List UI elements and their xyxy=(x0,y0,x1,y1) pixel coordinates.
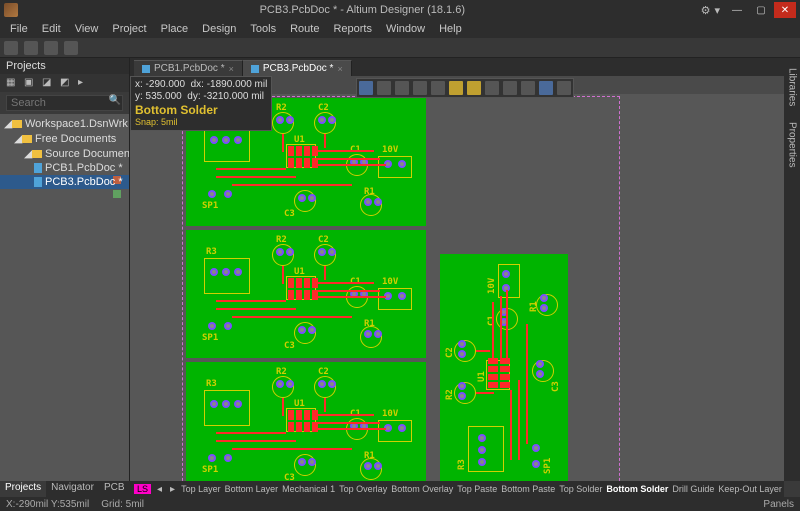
projects-tool-icon[interactable]: ▦ xyxy=(6,77,18,89)
bottom-tab-navigator[interactable]: Navigator xyxy=(46,481,99,497)
menu-bar: File Edit View Project Place Design Tool… xyxy=(0,20,800,38)
settings-dropdown-icon[interactable]: ▾ xyxy=(714,4,720,17)
title-bar: PCB3.PcbDoc * - Altium Designer (18.1.6)… xyxy=(0,0,800,20)
layer-tab[interactable]: Bottom Overlay xyxy=(391,484,453,494)
activebar-dim-icon[interactable] xyxy=(467,81,481,95)
status-grid: Grid: 5mil xyxy=(101,499,144,510)
tab-pcb3[interactable]: PCB3.PcbDoc *× xyxy=(243,60,352,76)
menu-design[interactable]: Design xyxy=(196,22,242,36)
menu-window[interactable]: Window xyxy=(380,22,431,36)
layer-tab[interactable]: Top Paste xyxy=(457,484,497,494)
activebar-text-icon[interactable] xyxy=(539,81,553,95)
projects-tool-icon[interactable]: ◪ xyxy=(42,77,54,89)
minimize-button[interactable]: — xyxy=(726,2,748,18)
board-outline[interactable]: R3 R2 C2 U1 C1 10V R1 C3 SP1 xyxy=(440,254,568,481)
projects-search-input[interactable] xyxy=(6,95,123,111)
menu-tools[interactable]: Tools xyxy=(244,22,282,36)
status-coords: X:-290mil Y:535mil xyxy=(6,499,89,510)
tree-doc-pcb1[interactable]: PCB1.PcbDoc * xyxy=(0,161,129,175)
close-button[interactable]: ✕ xyxy=(774,2,796,18)
menu-file[interactable]: File xyxy=(4,22,34,36)
activebar-select-icon[interactable] xyxy=(395,81,409,95)
snap-label: Snap: 5mil xyxy=(135,117,267,128)
right-side-tabs: Libraries Properties xyxy=(784,58,800,481)
maximize-button[interactable]: ▢ xyxy=(750,2,772,18)
menu-place[interactable]: Place xyxy=(155,22,195,36)
modified-marker-icon xyxy=(113,190,121,198)
document-area: PCB1.PcbDoc *× PCB3.PcbDoc *× x: -290.00… xyxy=(130,58,800,481)
menu-edit[interactable]: Edit xyxy=(36,22,67,36)
panels-button[interactable]: Panels xyxy=(763,499,794,510)
bottom-panel-tabs: Projects Navigator PCB PCB Filter xyxy=(0,481,130,497)
window-title: PCB3.PcbDoc * - Altium Designer (18.1.6) xyxy=(24,4,701,16)
activebar-highlight-icon[interactable] xyxy=(449,81,463,95)
projects-tool-icon[interactable]: ▣ xyxy=(24,77,36,89)
menu-route[interactable]: Route xyxy=(284,22,325,36)
projects-search: 🔍 xyxy=(0,92,129,114)
projects-panel: Projects ▦ ▣ ◪ ◩ ▸ 🔍 ◢Workspace1.DsnWrk … xyxy=(0,58,130,481)
layer-tab[interactable]: Drill Guide xyxy=(672,484,714,494)
bottom-tab-projects[interactable]: Projects xyxy=(0,481,46,497)
layer-tab[interactable]: Keep-Out Layer xyxy=(718,484,782,494)
heads-up-display: x: -290.000 dx: -1890.000 mil y: 535.000… xyxy=(130,76,272,131)
tree-workspace[interactable]: ◢Workspace1.DsnWrk xyxy=(0,116,129,131)
activebar-route-icon[interactable] xyxy=(431,81,445,95)
layer-tab[interactable]: Bottom Layer xyxy=(225,484,279,494)
projects-tree: ◢Workspace1.DsnWrk ◢Free Documents ◢Sour… xyxy=(0,114,129,481)
current-layer-label: Bottom Solder xyxy=(135,103,267,117)
toolbar-print-icon[interactable] xyxy=(64,41,78,55)
activebar-move-icon[interactable] xyxy=(377,81,391,95)
layer-tab[interactable]: Mechanical 1 xyxy=(282,484,335,494)
menu-view[interactable]: View xyxy=(69,22,105,36)
tab-close-icon[interactable]: × xyxy=(337,64,342,74)
tree-free-documents[interactable]: ◢Free Documents xyxy=(0,131,129,146)
layer-tab[interactable]: Top Layer xyxy=(181,484,221,494)
toolbar-open-icon[interactable] xyxy=(24,41,38,55)
menu-project[interactable]: Project xyxy=(106,22,152,36)
layer-tab[interactable]: Bottom Solder xyxy=(606,484,668,494)
tree-source-documents[interactable]: ◢Source Documents xyxy=(0,146,129,161)
app-icon xyxy=(4,3,18,17)
layer-tab[interactable]: Top Overlay xyxy=(339,484,387,494)
active-bar xyxy=(356,78,574,98)
doc-icon xyxy=(142,65,150,73)
bottom-tab-pcb[interactable]: PCB xyxy=(99,481,130,497)
layer-nav-right-icon[interactable]: ▸ xyxy=(168,484,177,495)
activebar-align-icon[interactable] xyxy=(413,81,427,95)
projects-toolbar: ▦ ▣ ◪ ◩ ▸ xyxy=(0,74,129,92)
toolbar-save-icon[interactable] xyxy=(44,41,58,55)
projects-panel-title: Projects xyxy=(0,58,129,74)
side-tab-properties[interactable]: Properties xyxy=(787,118,798,172)
menu-help[interactable]: Help xyxy=(433,22,468,36)
activebar-more-icon[interactable] xyxy=(557,81,571,95)
activebar-layer-icon[interactable] xyxy=(503,81,517,95)
tab-close-icon[interactable]: × xyxy=(229,64,234,74)
status-bar: X:-290mil Y:535mil Grid: 5mil Panels xyxy=(0,497,800,511)
settings-gear-icon[interactable]: ⚙ xyxy=(701,4,711,17)
document-tabs: PCB1.PcbDoc *× PCB3.PcbDoc *× xyxy=(130,58,800,76)
board-outline[interactable]: R3 R2 C2 U1 C1 10V R1 C3 SP1 xyxy=(186,230,426,358)
activebar-filter-icon[interactable] xyxy=(359,81,373,95)
toolbar-new-icon[interactable] xyxy=(4,41,18,55)
menu-reports[interactable]: Reports xyxy=(327,22,378,36)
board-outline[interactable]: R3 R2 C2 U1 C1 10V R1 C3 SP1 xyxy=(186,362,426,481)
main-toolbar xyxy=(0,38,800,58)
side-tab-libraries[interactable]: Libraries xyxy=(787,64,798,110)
projects-tool-icon[interactable]: ◩ xyxy=(60,77,72,89)
layer-tab[interactable]: Top Solder xyxy=(559,484,602,494)
pcb-canvas[interactable]: R3 R2 C2 U1 C1 10V R1 C3 SP1 xyxy=(130,94,800,481)
projects-tool-icon[interactable]: ▸ xyxy=(78,77,90,89)
search-icon: 🔍 xyxy=(109,95,121,106)
doc-icon xyxy=(251,65,259,73)
activebar-measure-icon[interactable] xyxy=(485,81,499,95)
layer-tabs: LS ◂ ▸ Top Layer Bottom LayerMechanical 1… xyxy=(130,481,784,497)
tab-pcb1[interactable]: PCB1.PcbDoc *× xyxy=(134,60,243,76)
layer-nav-left-icon[interactable]: ◂ xyxy=(155,484,164,495)
layer-tab[interactable]: Bottom Paste xyxy=(501,484,555,494)
layer-set-button[interactable]: LS xyxy=(134,484,151,494)
tree-doc-pcb3[interactable]: PCB3.PcbDoc * xyxy=(0,175,129,189)
activebar-3d-icon[interactable] xyxy=(521,81,535,95)
